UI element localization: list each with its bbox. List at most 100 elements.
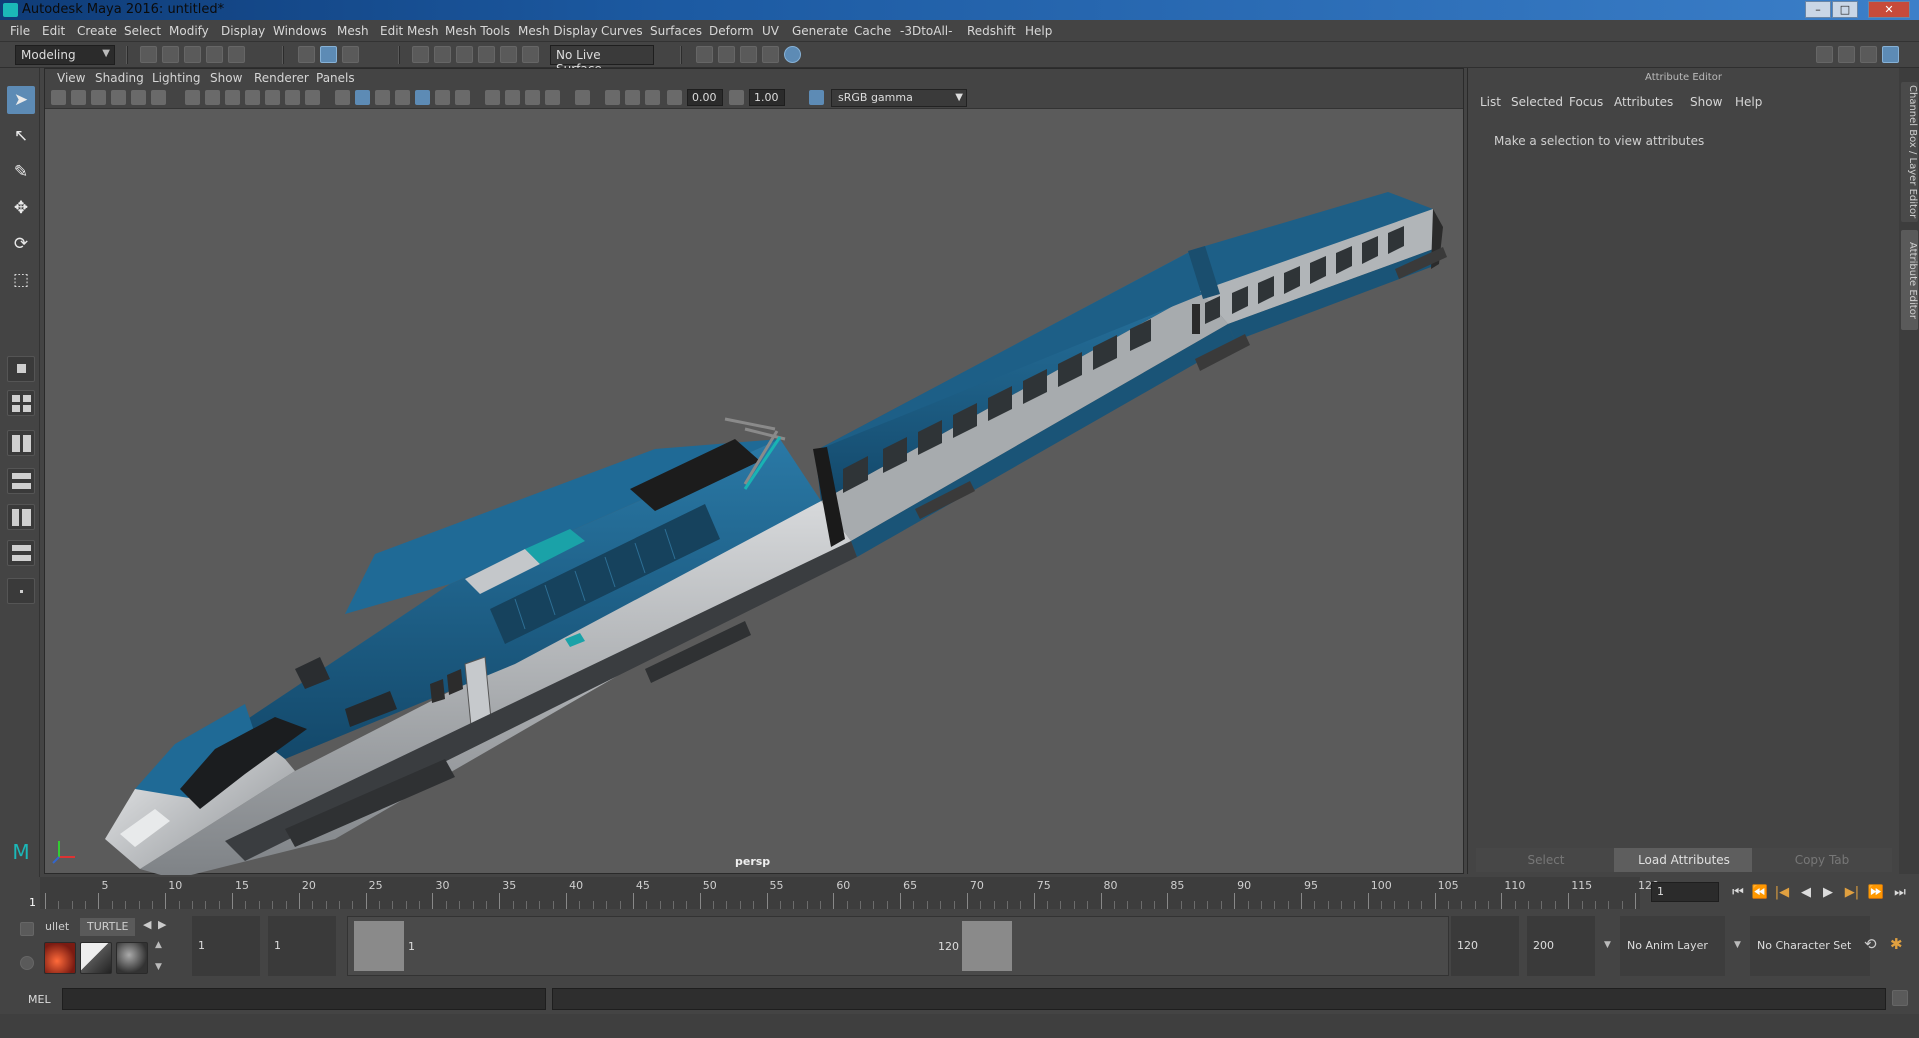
snap-curve-icon[interactable] bbox=[434, 46, 451, 63]
playback-end-field[interactable]: 120 bbox=[1451, 916, 1519, 976]
tool-settings-icon[interactable] bbox=[1860, 46, 1877, 63]
graph-layout-icon[interactable] bbox=[7, 504, 35, 530]
ipr-render-icon[interactable] bbox=[740, 46, 757, 63]
select-hierarchy-icon[interactable] bbox=[298, 46, 315, 63]
shelf-scroll-right-icon[interactable]: ▶ bbox=[158, 918, 166, 931]
shelf-scroll-left-icon[interactable]: ◀ bbox=[143, 918, 151, 931]
shelf-tab-bullet[interactable]: ullet bbox=[38, 918, 76, 936]
go-to-start-icon[interactable]: ⏮ bbox=[1728, 883, 1748, 903]
motion-blur-icon[interactable] bbox=[505, 90, 520, 105]
play-icon[interactable]: ▶ bbox=[1818, 883, 1838, 903]
script-editor-icon[interactable] bbox=[1892, 990, 1908, 1006]
render-settings-icon[interactable] bbox=[696, 46, 713, 63]
save-scene-icon[interactable] bbox=[184, 46, 201, 63]
scene-view[interactable] bbox=[45, 109, 1465, 875]
animation-start-field[interactable]: 1 bbox=[192, 916, 260, 976]
menu-deform[interactable]: Deform bbox=[709, 24, 754, 38]
turtle-baking-icon[interactable] bbox=[80, 942, 112, 974]
xray-icon[interactable] bbox=[605, 90, 620, 105]
ae-menu-list[interactable]: List bbox=[1480, 95, 1501, 109]
screen-space-ao-icon[interactable] bbox=[485, 90, 500, 105]
menu-select[interactable]: Select bbox=[124, 24, 161, 38]
resolution-gate-icon[interactable] bbox=[225, 90, 240, 105]
film-gate-icon[interactable] bbox=[205, 90, 220, 105]
playback-start-field[interactable]: 1 bbox=[268, 916, 336, 976]
viewport-menu-view[interactable]: View bbox=[57, 71, 85, 85]
current-frame-field[interactable]: 1 bbox=[1651, 882, 1719, 902]
range-end-handle[interactable] bbox=[962, 921, 1012, 971]
bookmark-icon[interactable] bbox=[91, 90, 106, 105]
time-slider-track[interactable]: 5 10 15 20 25 30 35 40 45 50 55 60 65 70 75 80 85 90 95 100… bbox=[40, 877, 1659, 909]
turtle-surface-icon[interactable] bbox=[116, 942, 148, 974]
viewport-menu-shading[interactable]: Shading bbox=[95, 71, 144, 85]
modeling-toolkit-icon[interactable] bbox=[1816, 46, 1833, 63]
more-layouts-icon[interactable] bbox=[7, 578, 35, 604]
paint-select-icon[interactable]: ✎ bbox=[7, 158, 35, 186]
render-view-icon[interactable] bbox=[762, 46, 779, 63]
menu-windows[interactable]: Windows bbox=[273, 24, 327, 38]
character-set-dropdown[interactable]: No Character Set bbox=[1750, 916, 1870, 976]
ae-select-button[interactable]: Select bbox=[1476, 848, 1616, 872]
gamma-icon[interactable] bbox=[729, 90, 744, 105]
wireframe-icon[interactable] bbox=[335, 90, 350, 105]
ae-menu-help[interactable]: Help bbox=[1735, 95, 1762, 109]
ae-menu-show[interactable]: Show bbox=[1690, 95, 1722, 109]
snap-grid-icon[interactable] bbox=[412, 46, 429, 63]
viewport-menu-lighting[interactable]: Lighting bbox=[152, 71, 201, 85]
close-button[interactable]: ✕ bbox=[1868, 1, 1910, 18]
view-transform-dropdown[interactable]: sRGB gamma ▼ bbox=[831, 89, 967, 107]
menu-curves[interactable]: Curves bbox=[601, 24, 643, 38]
color-management-icon[interactable] bbox=[809, 90, 824, 105]
new-scene-icon[interactable] bbox=[140, 46, 157, 63]
anti-aliasing-icon[interactable] bbox=[525, 90, 540, 105]
time-slider[interactable]: 5 10 15 20 25 30 35 40 45 50 55 60 65 70 75 80 85 90 95 100… bbox=[0, 877, 1919, 909]
animation-preferences-icon[interactable]: ✱ bbox=[1890, 935, 1903, 953]
step-back-frame-icon[interactable]: |◀ bbox=[1772, 883, 1792, 903]
step-back-key-icon[interactable]: ⏪ bbox=[1750, 883, 1770, 903]
safe-title-icon[interactable] bbox=[305, 90, 320, 105]
menu-mesh-display[interactable]: Mesh Display bbox=[518, 24, 598, 38]
menu-redshift[interactable]: Redshift bbox=[967, 24, 1016, 38]
menu-help[interactable]: Help bbox=[1025, 24, 1052, 38]
make-live-icon[interactable] bbox=[522, 46, 539, 63]
grease-pencil-icon[interactable] bbox=[151, 90, 166, 105]
field-chart-icon[interactable] bbox=[265, 90, 280, 105]
depth-of-field-icon[interactable] bbox=[545, 90, 560, 105]
shelf-up-icon[interactable]: ▲ bbox=[155, 940, 162, 950]
hypershade-icon[interactable] bbox=[784, 46, 801, 63]
live-surface-field[interactable]: No Live Surface bbox=[550, 45, 654, 76]
shelf-tab-turtle[interactable]: TURTLE bbox=[80, 918, 136, 936]
shadows-icon[interactable] bbox=[455, 90, 470, 105]
snap-point-icon[interactable] bbox=[456, 46, 473, 63]
smooth-shade-icon[interactable] bbox=[355, 90, 370, 105]
channel-box-toggle-icon[interactable] bbox=[1882, 46, 1899, 63]
tab-attribute-editor[interactable]: Attribute Editor bbox=[1901, 230, 1918, 330]
isolate-select-icon[interactable] bbox=[575, 90, 590, 105]
camera-attributes-icon[interactable] bbox=[71, 90, 86, 105]
two-d-pan-icon[interactable] bbox=[131, 90, 146, 105]
safe-action-icon[interactable] bbox=[285, 90, 300, 105]
ae-menu-selected[interactable]: Selected bbox=[1511, 95, 1563, 109]
turtle-render-icon[interactable] bbox=[44, 942, 76, 974]
viewport-menu-show[interactable]: Show bbox=[210, 71, 242, 85]
xray-components-icon[interactable] bbox=[645, 90, 660, 105]
gamma-field[interactable]: 1.00 bbox=[749, 89, 785, 106]
image-plane-icon[interactable] bbox=[111, 90, 126, 105]
chevron-down-icon[interactable]: ▼ bbox=[1604, 940, 1611, 950]
shelf-menu-icon[interactable] bbox=[20, 922, 34, 936]
redo-icon[interactable] bbox=[228, 46, 245, 63]
camera-icon[interactable] bbox=[51, 90, 66, 105]
play-backwards-icon[interactable]: ◀ bbox=[1796, 883, 1816, 903]
exposure-icon[interactable] bbox=[667, 90, 682, 105]
lasso-tool-icon[interactable]: ↖ bbox=[7, 122, 35, 150]
auto-key-icon[interactable]: ⟲ bbox=[1864, 935, 1877, 953]
wireframe-on-shaded-icon[interactable] bbox=[395, 90, 410, 105]
menu-mesh-tools[interactable]: Mesh Tools bbox=[445, 24, 510, 38]
maximize-button[interactable]: □ bbox=[1832, 1, 1858, 18]
menu-file[interactable]: File bbox=[10, 24, 30, 38]
viewport-menu-panels[interactable]: Panels bbox=[316, 71, 355, 85]
load-attributes-button[interactable]: Load Attributes bbox=[1614, 848, 1754, 872]
persp-graph-layout-icon[interactable] bbox=[7, 540, 35, 566]
textured-icon[interactable] bbox=[415, 90, 430, 105]
single-pane-layout-icon[interactable] bbox=[7, 356, 35, 382]
